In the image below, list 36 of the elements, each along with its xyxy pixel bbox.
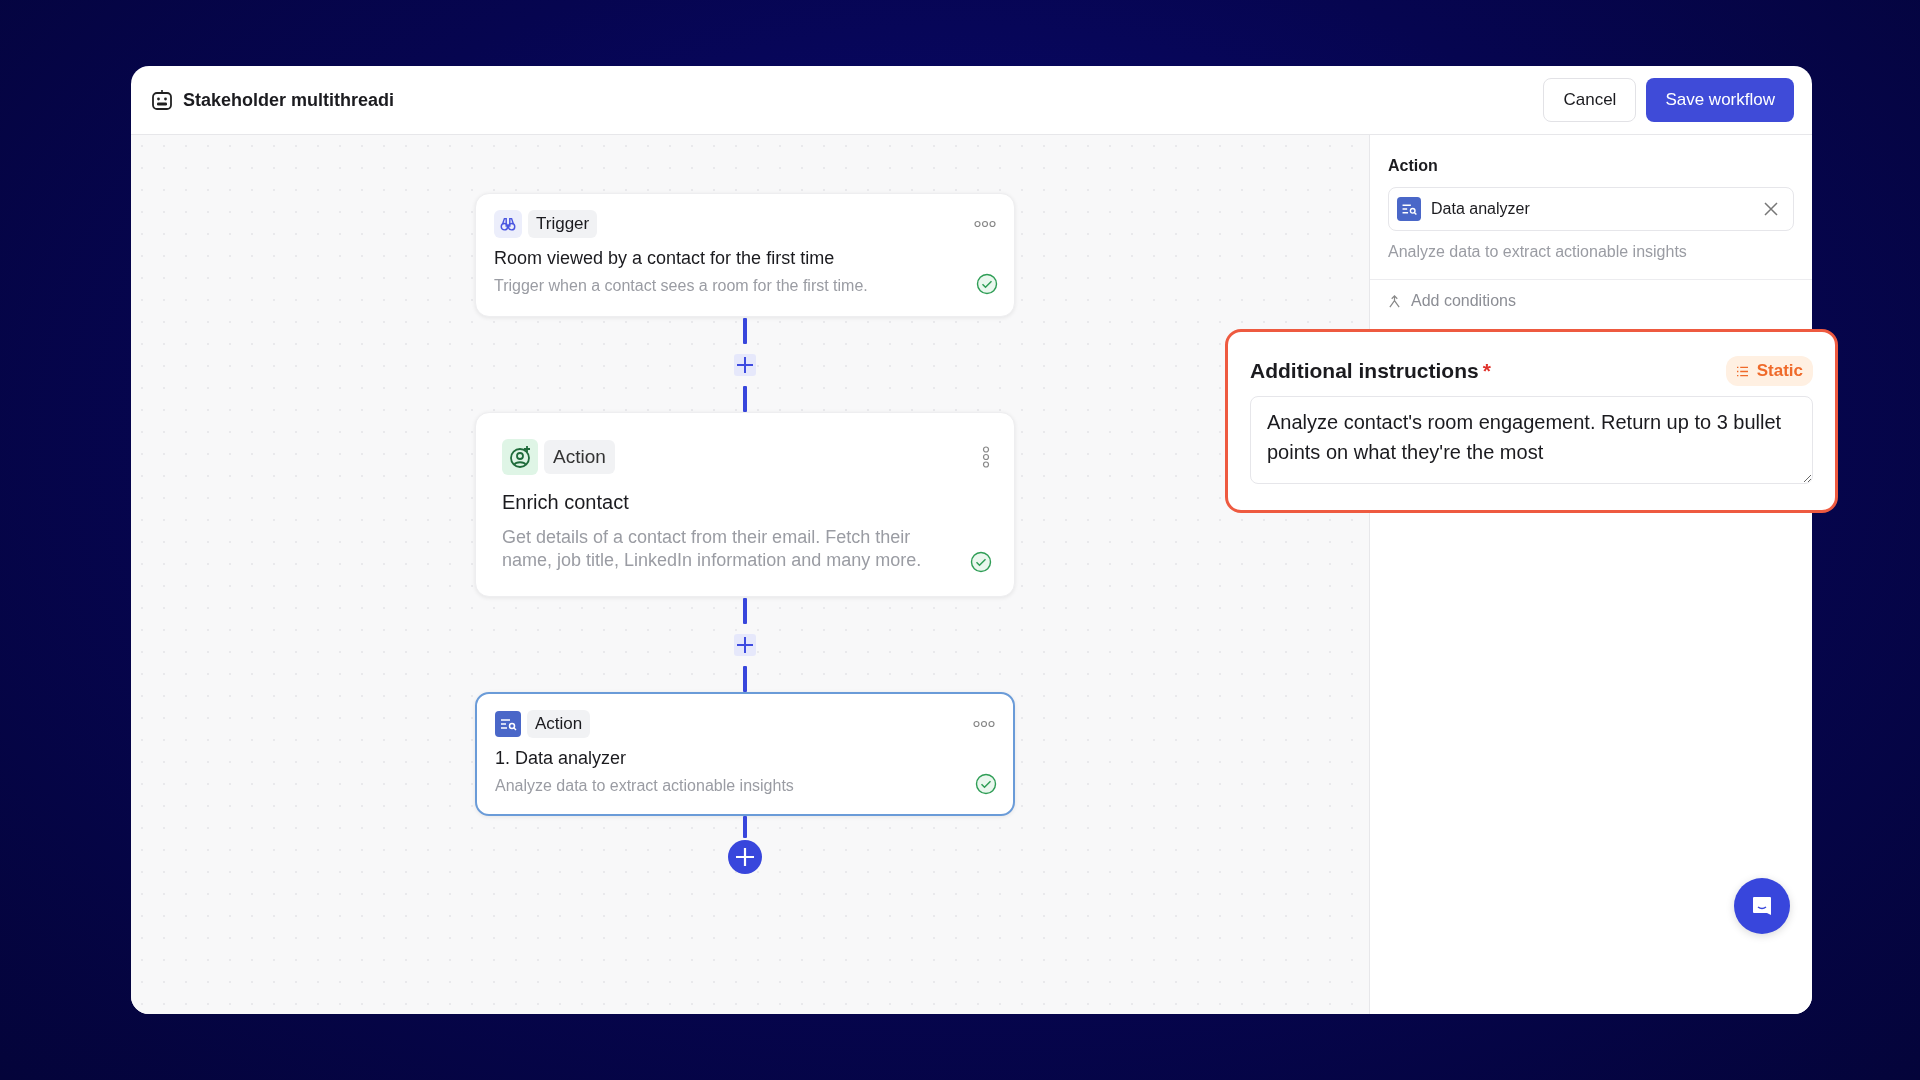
section-label: Action [1388,157,1439,175]
list-icon [1735,365,1749,377]
node-title: Room viewed by a contact for the first time [494,248,836,269]
binoculars-icon [499,215,517,233]
more-icon[interactable] [982,446,990,468]
node-type-label: Action [544,440,615,474]
node-description: Trigger when a contact sees a room for the first time. [494,277,869,295]
workflow-node[interactable]: Action 1. Data analyzer Analyze data to extract actionable insights [475,692,1015,816]
data-analyzer-icon [1397,197,1421,221]
workflow-title: Stakeholder multithreadi [183,89,395,111]
person-plus-icon [508,445,532,469]
workflow-node[interactable]: Trigger Room viewed by a contact for the first time Trigger when a contact sees a room for the first time. [475,193,1015,317]
branch-icon [1388,294,1401,308]
node-type-label: Action [527,710,591,738]
node-description: Get details of a contact from their email. Fetch their name, job title, LinkedIn information and many more. [502,526,923,573]
chat-icon [1750,894,1774,918]
cancel-button[interactable]: Cancel [1543,78,1637,122]
close-icon[interactable] [1763,201,1779,217]
more-icon[interactable] [974,220,996,228]
workflow-node[interactable]: Action Enrich contact Get details of a contact from their email. Fetch their name, job title, LinkedIn information and many more. [475,412,1015,597]
data-analyzer-icon [495,711,521,737]
field-label: Additional instructions [1250,359,1479,383]
node-title: Enrich contact [502,491,630,514]
action-select[interactable]: Data analyzer [1388,187,1794,231]
node-description: Analyze data to extract actionable insights [495,777,795,795]
node-title: 1. Data analyzer [495,748,628,769]
add-step-icon[interactable] [728,840,762,874]
save-button[interactable]: Save workflow [1646,78,1794,122]
instructions-field[interactable]: Analyze contact's room engagement. Return up to 3 bullet points on what they're the most [1250,396,1813,484]
required-mark: * [1482,359,1491,383]
node-type-label: Trigger [528,210,598,238]
add-step-icon[interactable] [734,353,756,376]
more-icon[interactable] [973,720,995,728]
add-step-icon[interactable] [734,633,756,656]
action-description: Analyze data to extract actionable insights [1388,243,1688,261]
robot-icon [151,89,173,111]
